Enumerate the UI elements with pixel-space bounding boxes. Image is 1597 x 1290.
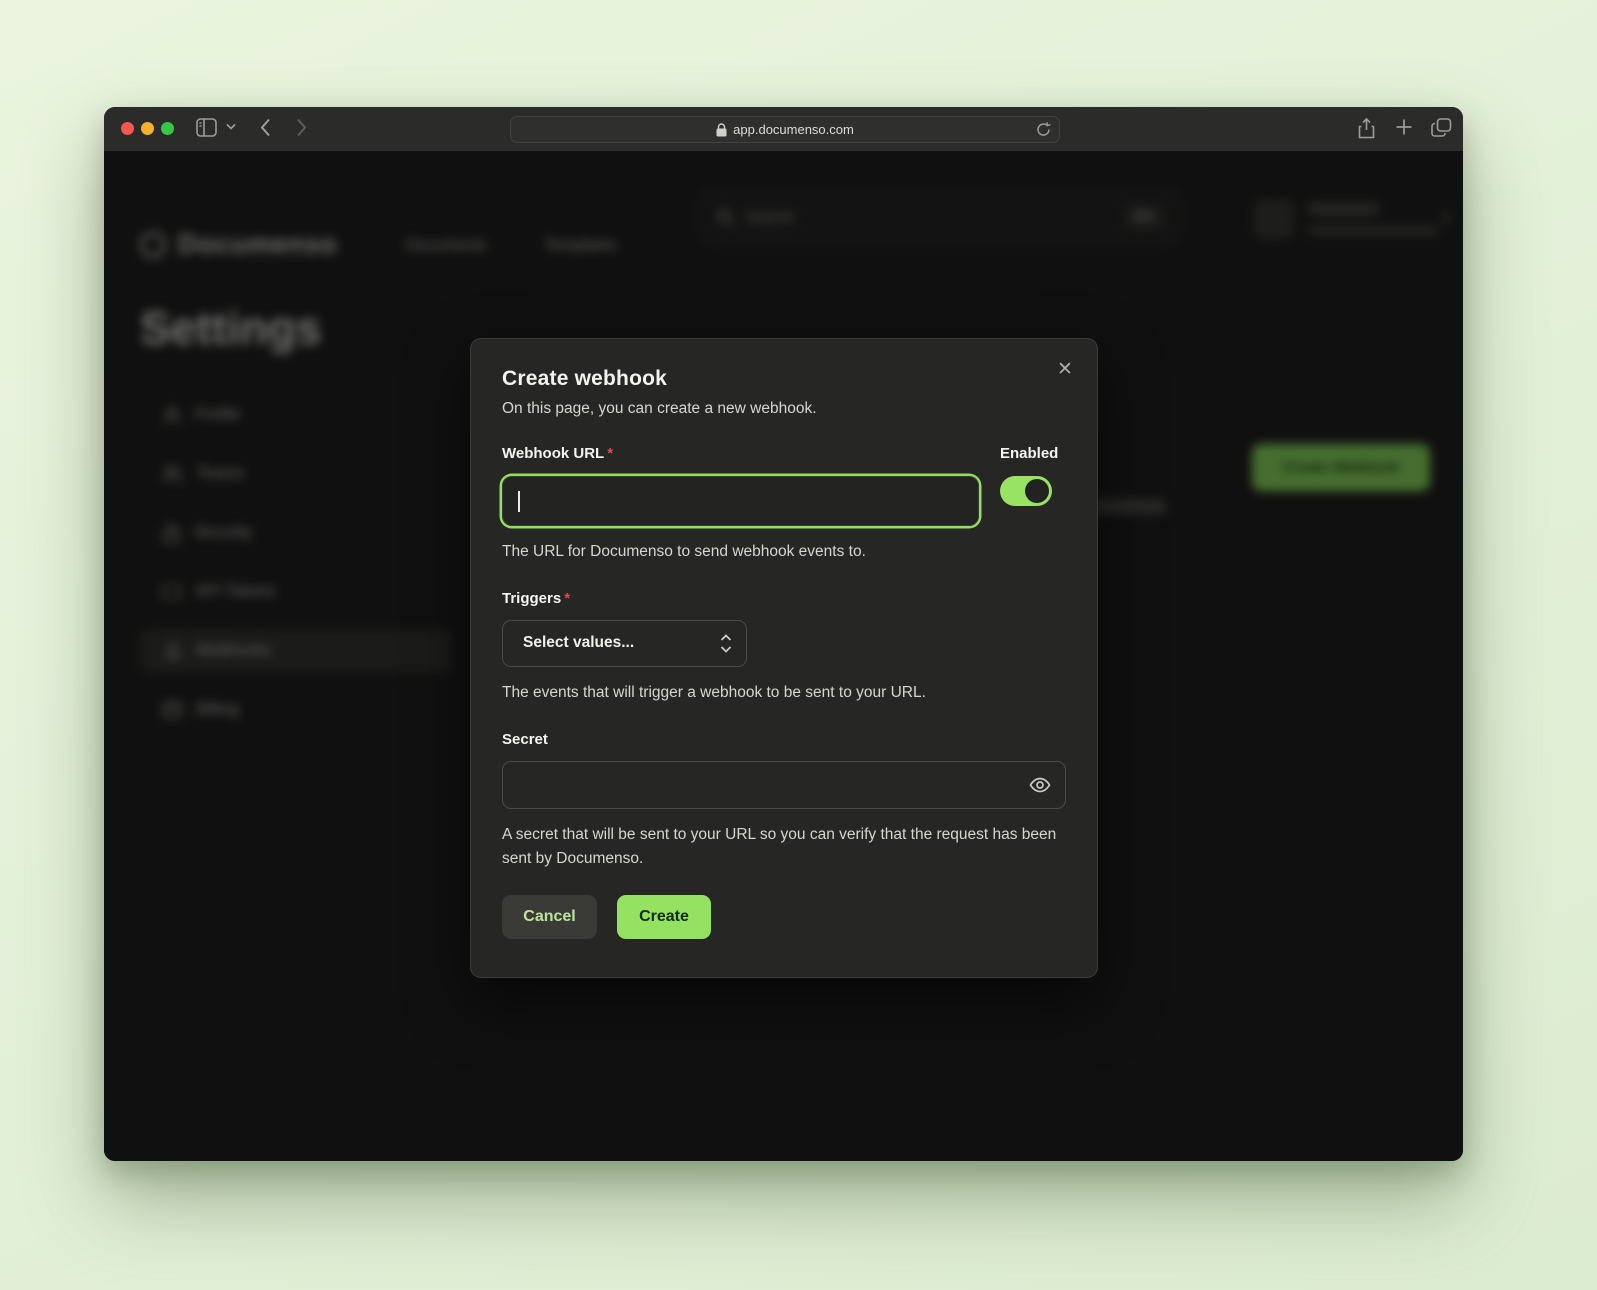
tab-overview-icon[interactable] [1431, 118, 1452, 137]
secret-label: Secret [502, 731, 548, 748]
close-window-button[interactable] [121, 122, 134, 135]
url-text: app.documenso.com [733, 122, 854, 137]
browser-toolbar: app.documenso.com [104, 107, 1463, 151]
eye-icon[interactable] [1029, 776, 1051, 794]
toggle-knob [1025, 479, 1049, 503]
forward-button[interactable] [296, 118, 307, 137]
browser-window: app.documenso.com [104, 107, 1463, 1161]
triggers-help: The events that will trigger a webhook t… [502, 681, 1066, 706]
url-bar[interactable]: app.documenso.com [510, 116, 1060, 143]
modal-title: Create webhook [502, 367, 1066, 391]
reload-icon[interactable] [1036, 121, 1051, 141]
sidebar-toggle-icon[interactable] [196, 118, 217, 137]
triggers-placeholder: Select values... [523, 634, 634, 652]
text-caret [518, 491, 520, 512]
create-button[interactable]: Create [617, 895, 711, 939]
lock-icon [716, 123, 727, 137]
secret-help: A secret that will be sent to your URL s… [502, 823, 1066, 873]
webhook-url-label: Webhook URL* [502, 445, 613, 462]
enabled-label: Enabled [1000, 445, 1058, 462]
enabled-toggle[interactable] [1000, 476, 1052, 506]
minimize-window-button[interactable] [141, 122, 154, 135]
create-webhook-modal: ✕ Create webhook On this page, you can c… [470, 338, 1098, 978]
page-viewport: Documenso Documents Templates Search ⌘K [104, 151, 1463, 1161]
zoom-window-button[interactable] [161, 122, 174, 135]
cancel-button[interactable]: Cancel [502, 895, 597, 939]
triggers-select[interactable]: Select values... [502, 620, 747, 667]
webhook-url-help: The URL for Documenso to send webhook ev… [502, 540, 979, 565]
share-icon[interactable] [1358, 118, 1375, 139]
required-asterisk: * [607, 445, 613, 462]
sidebar-chevron-icon[interactable] [226, 123, 236, 130]
webhook-url-input[interactable] [502, 476, 979, 526]
back-button[interactable] [260, 118, 271, 137]
triggers-label: Triggers* [502, 590, 570, 607]
required-asterisk: * [564, 590, 570, 607]
secret-input[interactable] [502, 761, 1066, 809]
chevron-up-down-icon [720, 634, 732, 653]
close-icon[interactable]: ✕ [1052, 356, 1078, 382]
modal-description: On this page, you can create a new webho… [502, 400, 1066, 418]
new-tab-icon[interactable] [1395, 118, 1413, 136]
